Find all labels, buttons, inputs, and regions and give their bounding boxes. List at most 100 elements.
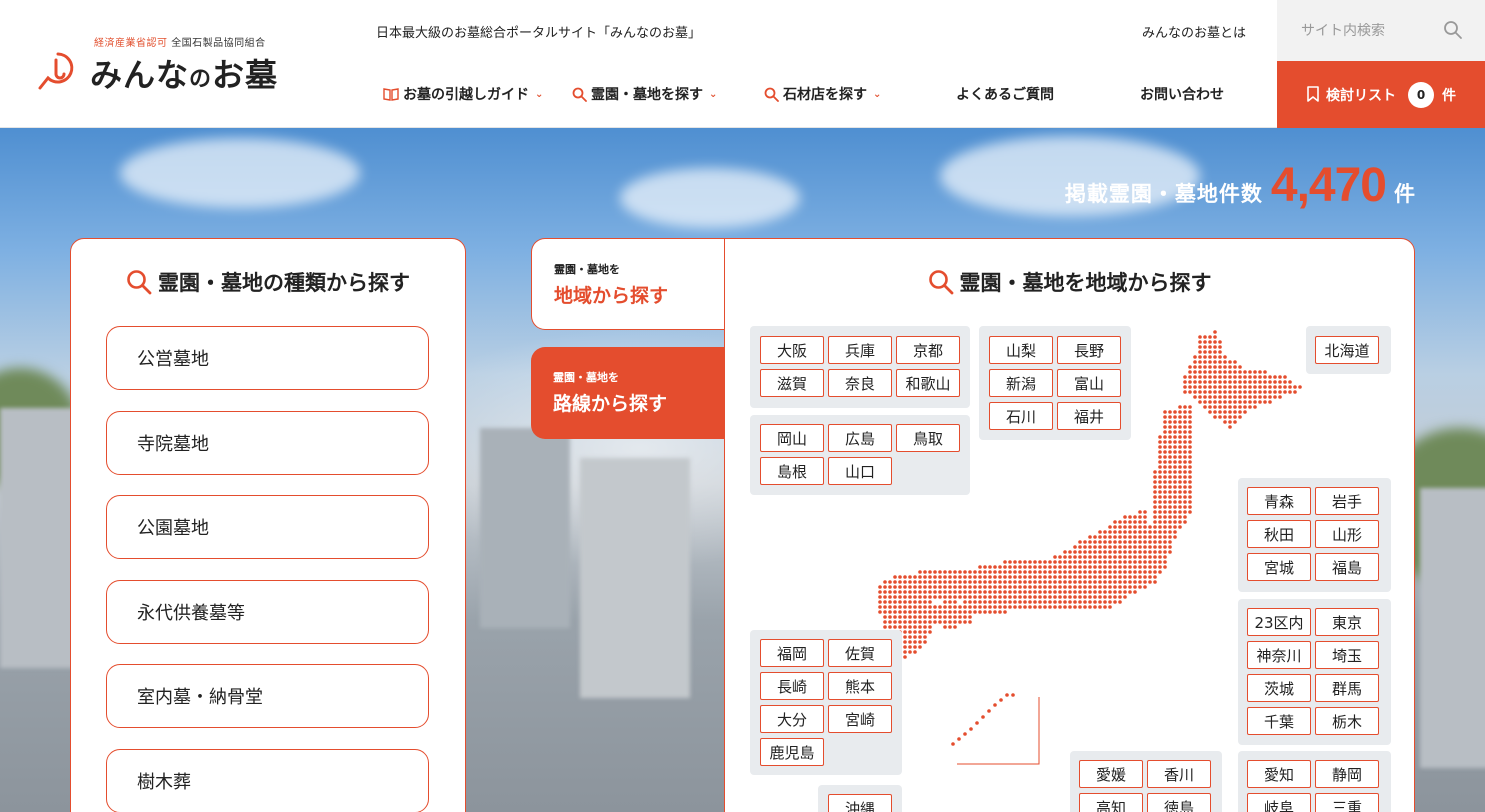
pref-shiga[interactable]: 滋賀: [760, 369, 824, 397]
map-dot: [1143, 585, 1147, 589]
map-dot: [913, 605, 917, 609]
pref-saga[interactable]: 佐賀: [828, 639, 892, 667]
pref-tokushima[interactable]: 徳島: [1147, 793, 1211, 812]
map-dot: [1158, 515, 1162, 519]
nav-faq[interactable]: よくあるご質問: [956, 84, 1054, 104]
pref-hokkaido[interactable]: 北海道: [1315, 336, 1379, 364]
pref-miyagi[interactable]: 宮城: [1247, 553, 1311, 581]
map-dot: [1023, 590, 1027, 594]
pref-niigata[interactable]: 新潟: [989, 369, 1053, 397]
tab-search-by-area[interactable]: 霊園・墓地を 地域から探す: [531, 238, 725, 330]
pref-shimane[interactable]: 島根: [760, 457, 824, 485]
map-dot: [1073, 590, 1077, 594]
pref-tochigi[interactable]: 栃木: [1315, 707, 1379, 735]
nav-find-cemetery[interactable]: 霊園・墓地を探す ⌄: [572, 84, 717, 104]
pref-yamanashi[interactable]: 山梨: [989, 336, 1053, 364]
pref-yamaguchi[interactable]: 山口: [828, 457, 892, 485]
tab-search-by-line[interactable]: 霊園・墓地を 路線から探す: [531, 347, 725, 439]
search-input[interactable]: [1301, 22, 1441, 39]
map-dot: [1123, 590, 1127, 594]
pref-kyoto[interactable]: 京都: [896, 336, 960, 364]
pref-osaka[interactable]: 大阪: [760, 336, 824, 364]
map-dot: [908, 625, 912, 629]
pref-ibaraki[interactable]: 茨城: [1247, 674, 1311, 702]
map-dot: [988, 585, 992, 589]
map-dot: [1128, 525, 1132, 529]
map-dot: [969, 727, 973, 731]
pref-shizuoka[interactable]: 静岡: [1315, 760, 1379, 788]
pref-nagasaki[interactable]: 長崎: [760, 672, 824, 700]
about-link[interactable]: みんなのお墓とは: [1142, 22, 1246, 41]
site-logo[interactable]: 経済産業省認可 全国石製品協同組合 みんなのお墓: [36, 30, 296, 94]
map-dot: [973, 570, 977, 574]
nav-find-stonemason[interactable]: 石材店を探す ⌄: [764, 84, 881, 104]
pref-nagano[interactable]: 長野: [1057, 336, 1121, 364]
pref-mie[interactable]: 三重: [1315, 793, 1379, 812]
map-dot: [1188, 420, 1192, 424]
map-dot: [1093, 580, 1097, 584]
pref-chiba[interactable]: 千葉: [1247, 707, 1311, 735]
map-dot: [1153, 480, 1157, 484]
map-dot: [898, 605, 902, 609]
pref-tokyo-23-wards[interactable]: 23区内: [1247, 608, 1311, 636]
consideration-list-button[interactable]: 検討リスト 0 件: [1277, 61, 1485, 128]
pref-fukui[interactable]: 福井: [1057, 402, 1121, 430]
map-dot: [1268, 380, 1272, 384]
pref-aomori[interactable]: 青森: [1247, 487, 1311, 515]
type-tree-burial[interactable]: 樹木葬: [106, 749, 429, 812]
pref-gifu[interactable]: 岐阜: [1247, 793, 1311, 812]
type-indoor-ossuary[interactable]: 室内墓・納骨堂: [106, 664, 429, 728]
pref-tottori[interactable]: 鳥取: [896, 424, 960, 452]
pref-aichi[interactable]: 愛知: [1247, 760, 1311, 788]
type-temple-cemetery[interactable]: 寺院墓地: [106, 411, 429, 475]
map-dot: [1248, 390, 1252, 394]
map-dot: [978, 605, 982, 609]
pref-wakayama[interactable]: 和歌山: [896, 369, 960, 397]
map-dot: [903, 630, 907, 634]
pref-akita[interactable]: 秋田: [1247, 520, 1311, 548]
map-dot: [1133, 550, 1137, 554]
map-dot: [1188, 445, 1192, 449]
map-dot: [1173, 480, 1177, 484]
pref-fukuoka[interactable]: 福岡: [760, 639, 824, 667]
map-dot: [1243, 395, 1247, 399]
map-dot: [1218, 365, 1222, 369]
type-perpetual-memorial[interactable]: 永代供養墓等: [106, 580, 429, 644]
pref-nara[interactable]: 奈良: [828, 369, 892, 397]
pref-ishikawa[interactable]: 石川: [989, 402, 1053, 430]
pref-gunma[interactable]: 群馬: [1315, 674, 1379, 702]
type-public-cemetery[interactable]: 公営墓地: [106, 326, 429, 390]
pref-fukushima[interactable]: 福島: [1315, 553, 1379, 581]
map-dot: [1213, 410, 1217, 414]
pref-saitama[interactable]: 埼玉: [1315, 641, 1379, 669]
pref-kochi[interactable]: 高知: [1079, 793, 1143, 812]
nav-contact[interactable]: お問い合わせ: [1140, 84, 1224, 104]
pref-kagoshima[interactable]: 鹿児島: [760, 738, 824, 766]
map-dot: [888, 610, 892, 614]
pref-okinawa[interactable]: 沖縄: [828, 794, 892, 812]
map-dot: [1203, 360, 1207, 364]
map-dot: [1028, 605, 1032, 609]
map-dot: [1038, 595, 1042, 599]
pref-iwate[interactable]: 岩手: [1315, 487, 1379, 515]
pref-hiroshima[interactable]: 広島: [828, 424, 892, 452]
map-dot: [1058, 585, 1062, 589]
pref-yamagata[interactable]: 山形: [1315, 520, 1379, 548]
pref-kumamoto[interactable]: 熊本: [828, 672, 892, 700]
listing-count-label: 掲載霊園・墓地件数: [1064, 182, 1263, 206]
pref-oita[interactable]: 大分: [760, 705, 824, 733]
pref-ehime[interactable]: 愛媛: [1079, 760, 1143, 788]
nav-moving-guide[interactable]: お墓の引越しガイド ⌄: [383, 84, 543, 104]
pref-okayama[interactable]: 岡山: [760, 424, 824, 452]
pref-hyogo[interactable]: 兵庫: [828, 336, 892, 364]
type-park-cemetery[interactable]: 公園墓地: [106, 495, 429, 559]
search-icon[interactable]: [1443, 20, 1463, 40]
pref-miyazaki[interactable]: 宮崎: [828, 705, 892, 733]
pref-tokyo[interactable]: 東京: [1315, 608, 1379, 636]
pref-kanagawa[interactable]: 神奈川: [1247, 641, 1311, 669]
pref-kagawa[interactable]: 香川: [1147, 760, 1211, 788]
pref-toyama[interactable]: 富山: [1057, 369, 1121, 397]
nav-label: 霊園・墓地を探す: [591, 87, 703, 103]
map-dot: [1123, 560, 1127, 564]
map-dot: [1158, 530, 1162, 534]
